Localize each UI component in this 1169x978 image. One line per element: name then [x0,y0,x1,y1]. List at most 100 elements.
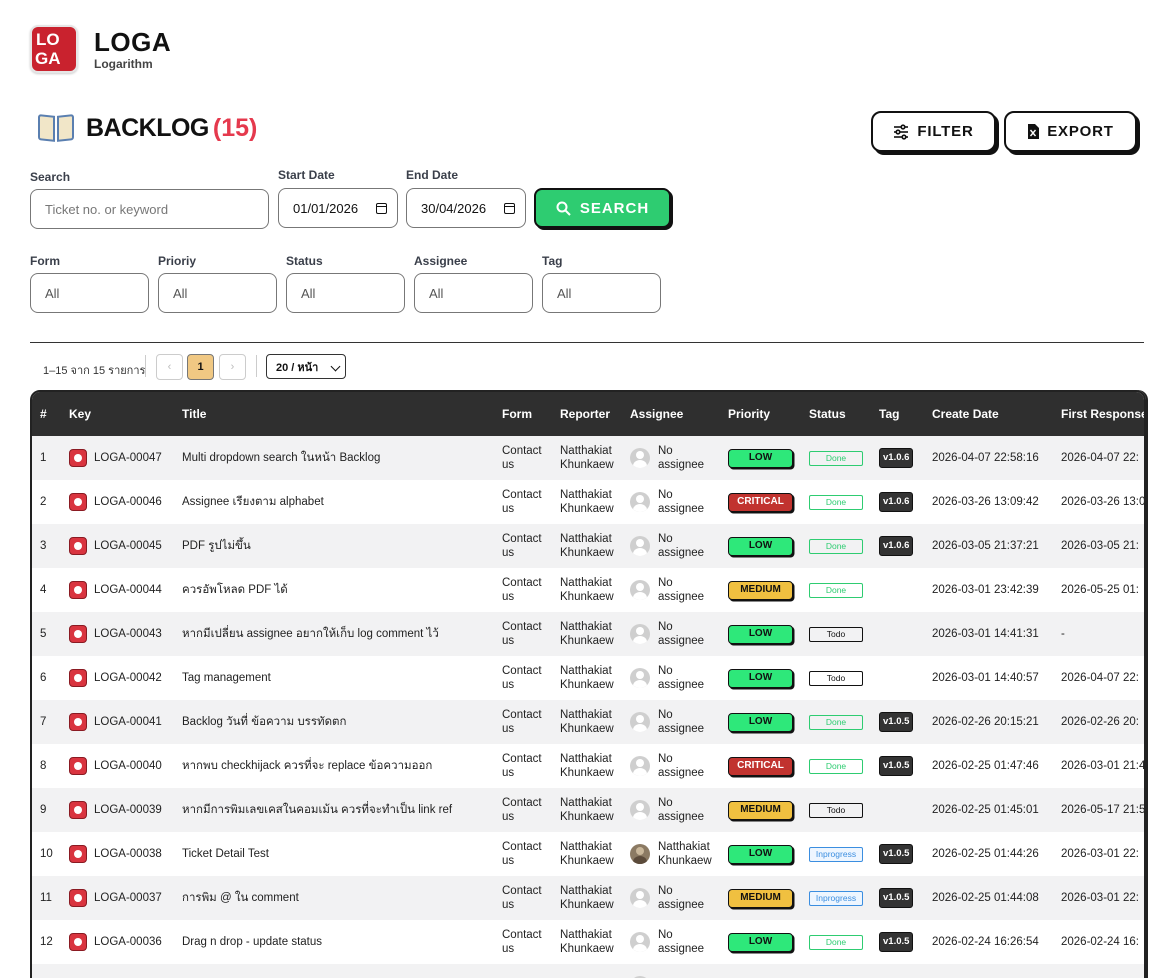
table-row[interactable]: 11 LOGA-00037 การพิม @ ใน comment Contact u… [32,876,1144,920]
status-badge: Done [809,450,863,466]
calendar-icon[interactable] [376,202,387,214]
excel-file-icon [1028,124,1040,139]
page-title: BACKLOG (15) [38,112,257,144]
priority-badge: CRITICAL [728,492,793,512]
table-row[interactable]: 3 LOGA-00045 PDF รูปไม่ขึ้น Contact us Natth… [32,524,1144,568]
ticket-title[interactable]: Multi dropdown search ในหน้า Backlog [174,436,494,480]
ticket-key[interactable]: LOGA-00041 [94,715,162,729]
page-size-select[interactable]: 20 / หน้า [266,354,346,379]
ticket-icon [69,933,87,951]
search-label: Search [30,170,71,184]
end-date-input[interactable]: 30/04/2026 [406,188,526,228]
ticket-assignee: No assignee [658,665,705,691]
priority-filter-select[interactable]: All [158,273,277,313]
ticket-key[interactable]: LOGA-00042 [94,671,162,685]
ticket-reporter: Natthakiat Khunkaew [560,445,614,471]
ticket-icon [69,889,87,907]
app-logo[interactable]: LO GA LOGA Logarithm [30,25,171,73]
ticket-title[interactable]: Backlog วันที่ ข้อความ บรรทัดตก [174,700,494,744]
page-1-button[interactable]: 1 [187,354,214,380]
table-row[interactable]: 9 LOGA-00039 หากมีการพิมเลขเคสในคอมเม้น คว… [32,788,1144,832]
priority-badge: LOW [728,448,793,468]
col-header-number[interactable]: # [32,392,61,436]
form-filter-select[interactable]: All [30,273,149,313]
col-header-reporter[interactable]: Reporter [552,392,622,436]
avatar [630,844,650,864]
ticket-key[interactable]: LOGA-00039 [94,803,162,817]
next-page-button[interactable]: › [219,354,246,380]
table-row[interactable]: 5 LOGA-00043 หากมีเปลี่ยน assignee อยากให้… [32,612,1144,656]
priority-badge: MEDIUM [728,580,793,600]
col-header-assignee[interactable]: Assignee [622,392,720,436]
ticket-title[interactable]: การพิม @ ใน comment [174,876,494,920]
status-filter-select[interactable]: All [286,273,405,313]
ticket-icon [69,449,87,467]
ticket-key[interactable]: LOGA-00045 [94,539,162,553]
table-row[interactable]: 7 LOGA-00041 Backlog วันที่ ข้อความ บรรทัด… [32,700,1144,744]
ticket-key[interactable]: LOGA-00043 [94,627,162,641]
ticket-title[interactable]: PDF รูปไม่ขึ้น [174,524,494,568]
search-icon [556,201,571,216]
start-date-input[interactable]: 01/01/2026 [278,188,398,228]
table-row[interactable]: 8 LOGA-00040 หากพบ checkhijack ควรที่จะ re… [32,744,1144,788]
ticket-create-date [924,964,1053,978]
search-button[interactable]: SEARCH [534,188,671,228]
export-button[interactable]: EXPORT [1004,111,1137,152]
table-row[interactable]: ContactNatthakiatNo [32,964,1144,978]
col-header-key[interactable]: Key [61,392,174,436]
ticket-reporter: Natthakiat Khunkaew [560,885,614,911]
search-button-label: SEARCH [579,199,650,217]
col-header-create-date[interactable]: Create Date [924,392,1053,436]
assignee-filter-select[interactable]: All [414,273,533,313]
ticket-title[interactable] [174,964,494,978]
ticket-icon [69,669,87,687]
ticket-icon [69,801,87,819]
ticket-title[interactable]: ควรอัพโหลด PDF ได้ [174,568,494,612]
filter-button[interactable]: FILTER [871,111,996,152]
table-row[interactable]: 10 LOGA-00038 Ticket Detail Test Contact us… [32,832,1144,876]
ticket-key[interactable]: LOGA-00036 [94,935,162,949]
ticket-key[interactable]: LOGA-00037 [94,891,162,905]
table-row[interactable]: 4 LOGA-00044 ควรอัพโหลด PDF ได้ Contact us N… [32,568,1144,612]
ticket-create-date: 2026-04-07 22:58:16 [932,452,1039,464]
ticket-key[interactable]: LOGA-00047 [94,451,162,465]
col-header-priority[interactable]: Priority [720,392,801,436]
avatar [630,800,650,820]
ticket-title[interactable]: Tag management [174,656,494,700]
col-header-tag[interactable]: Tag [871,392,924,436]
prev-page-button[interactable]: ‹ [156,354,183,380]
ticket-create-date: 2026-03-01 14:41:31 [932,628,1039,640]
ticket-key[interactable]: LOGA-00038 [94,847,162,861]
ticket-key[interactable]: LOGA-00040 [94,759,162,773]
status-badge: Done [809,538,863,554]
version-tag: v1.0.6 [879,492,914,512]
tag-filter-select[interactable]: All [542,273,661,313]
ticket-icon [69,713,87,731]
ticket-icon [69,537,87,555]
ticket-title[interactable]: หากมีเปลี่ยน assignee อยากให้เก็บ log co… [174,612,494,656]
col-header-status[interactable]: Status [801,392,871,436]
calendar-icon[interactable] [504,202,515,214]
ticket-key[interactable]: LOGA-00044 [94,583,162,597]
ticket-create-date: 2026-02-26 20:15:21 [932,716,1039,728]
row-number: 5 [40,628,47,640]
ticket-title[interactable]: Assignee เรียงตาม alphabet [174,480,494,524]
ticket-icon [69,757,87,775]
col-header-first-response[interactable]: First Response [1053,392,1144,436]
table-row[interactable]: 12 LOGA-00036 Drag n drop - update status C… [32,920,1144,964]
table-row[interactable]: 2 LOGA-00046 Assignee เรียงตาม alphabet Con… [32,480,1144,524]
ticket-title[interactable]: หากมีการพิมเลขเคสในคอมเม้น ควรที่จะทำเป็… [174,788,494,832]
table-row[interactable]: 6 LOGA-00042 Tag management Contact us Natth… [32,656,1144,700]
status-badge: Inprogress [809,890,863,906]
filter-label: FILTER [917,123,974,140]
search-input[interactable]: Ticket no. or keyword [30,189,269,229]
ticket-reporter: Natthakiat Khunkaew [560,709,614,735]
col-header-form[interactable]: Form [494,392,552,436]
status-badge: Done [809,934,863,950]
table-row[interactable]: 1 LOGA-00047 Multi dropdown search ในหน้า … [32,436,1144,480]
ticket-title[interactable]: Ticket Detail Test [174,832,494,876]
ticket-key[interactable]: LOGA-00046 [94,495,162,509]
col-header-title[interactable]: Title [174,392,494,436]
ticket-title[interactable]: หากพบ checkhijack ควรที่จะ replace ข้อคว… [174,744,494,788]
ticket-title[interactable]: Drag n drop - update status [174,920,494,964]
